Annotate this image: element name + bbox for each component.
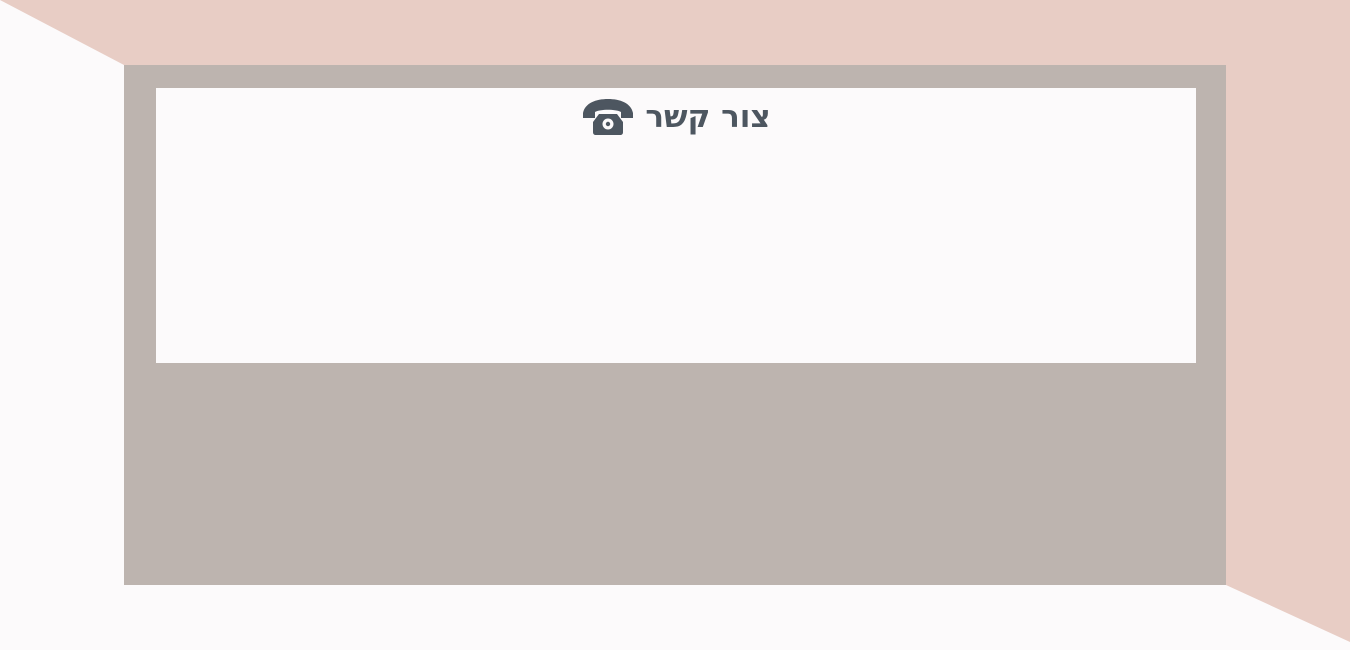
contact-section-panel: צור קשר xyxy=(124,65,1226,585)
contact-card: צור קשר xyxy=(156,88,1196,363)
contact-title: צור קשר xyxy=(645,99,771,135)
telephone-icon xyxy=(581,97,635,137)
contact-heading: צור קשר xyxy=(156,96,1196,138)
